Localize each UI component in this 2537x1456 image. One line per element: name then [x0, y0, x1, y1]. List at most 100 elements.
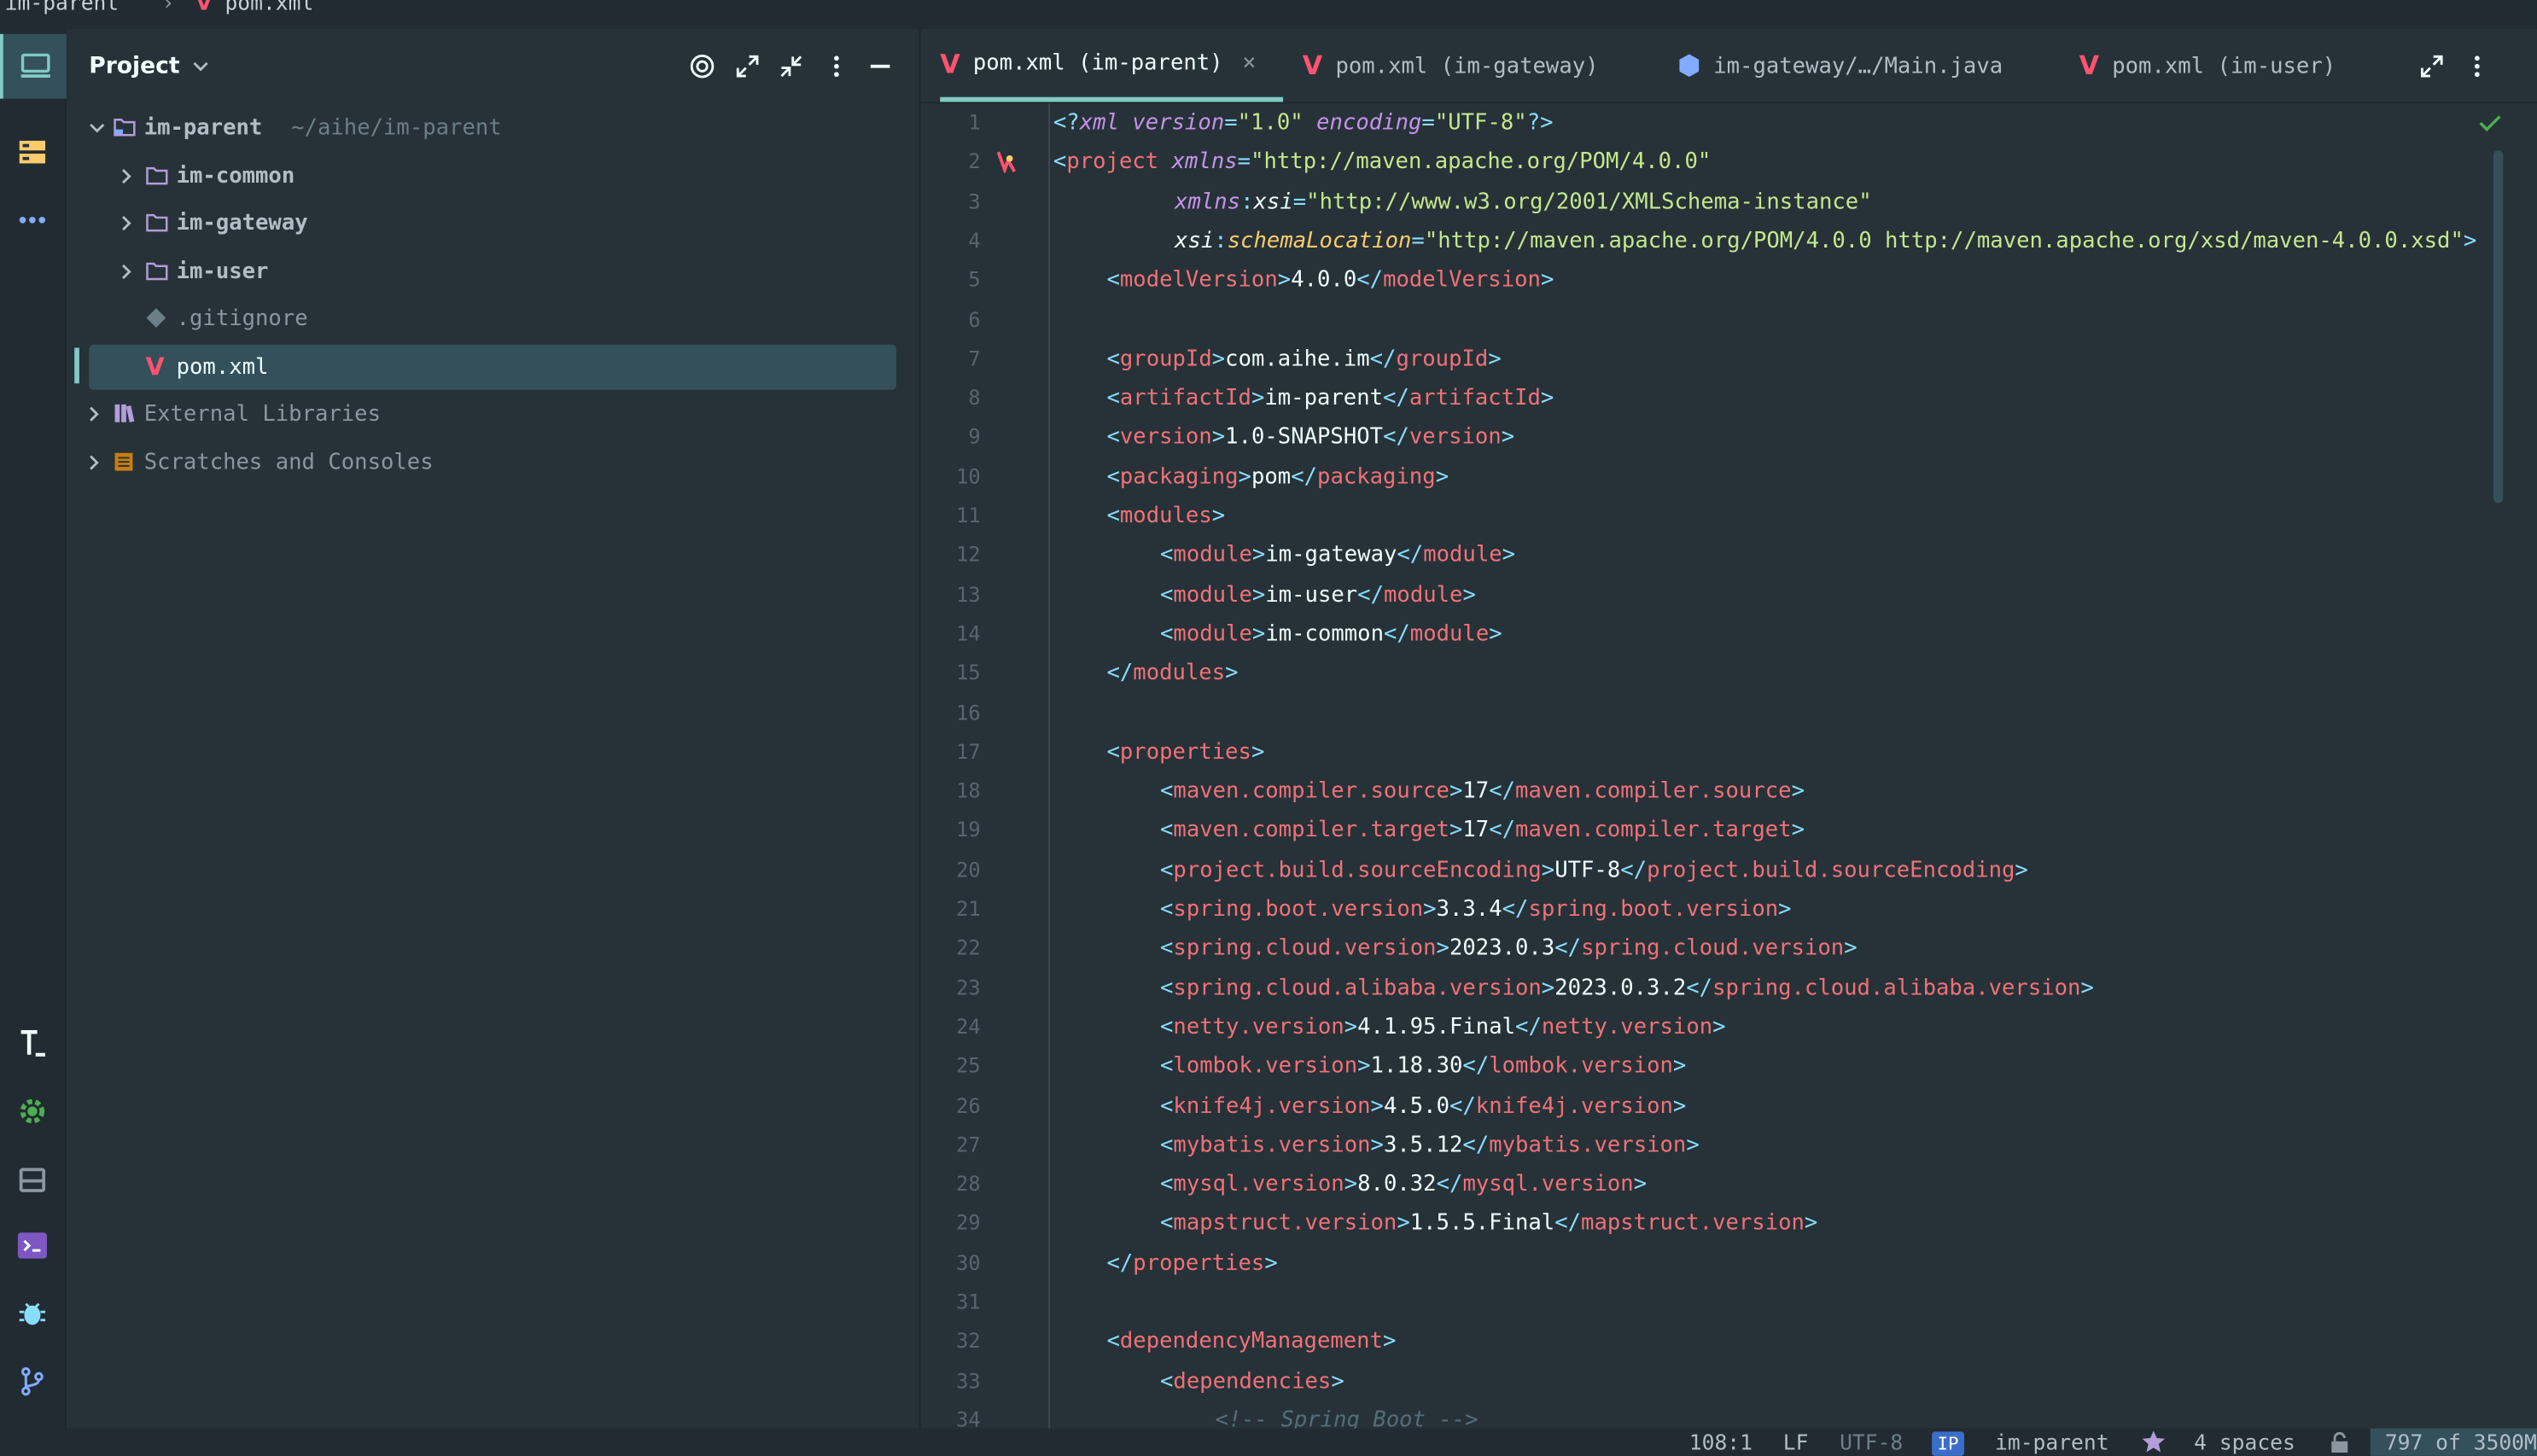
- line-separator[interactable]: LF: [1783, 1431, 1809, 1455]
- git-file-icon: [146, 308, 166, 328]
- chevron-down-icon[interactable]: [89, 119, 105, 136]
- terminal-tool-button[interactable]: [0, 1214, 65, 1278]
- code-line: <version>1.0-SNAPSHOT</version>: [1106, 424, 1515, 451]
- library-icon: [114, 404, 135, 422]
- tree-item-im-common[interactable]: im-common: [89, 154, 896, 199]
- structure-icon: [19, 140, 46, 164]
- chevron-right-icon[interactable]: [118, 168, 134, 184]
- line-number: 9: [968, 424, 981, 449]
- tree-item-im-parent[interactable]: im-parent ~/aihe/im-parent: [89, 105, 896, 150]
- code-line: <maven.compiler.source>17</maven.compile…: [1160, 778, 1805, 805]
- code-line: <netty.version>4.1.95.Final</netty.versi…: [1160, 1014, 1726, 1040]
- line-number: 15: [956, 660, 981, 685]
- code-line: <maven.compiler.target>17</maven.compile…: [1160, 817, 1805, 844]
- expand-icon: [736, 55, 759, 78]
- chevron-right-icon[interactable]: [118, 264, 134, 280]
- code-line: </properties>: [1106, 1249, 1278, 1276]
- project-tool-button[interactable]: [0, 33, 68, 99]
- code-line: <module>im-gateway</module>: [1160, 542, 1516, 568]
- code-line: <artifactId>im-parent</artifactId>: [1106, 385, 1554, 411]
- plugin-icon[interactable]: [2141, 1430, 2167, 1454]
- breadcrumb-file[interactable]: pom.xml: [225, 0, 313, 16]
- selection-marker: [74, 347, 79, 384]
- unlock-icon[interactable]: [2330, 1431, 2349, 1453]
- locate-file-button[interactable]: [688, 52, 717, 81]
- tree-item-label: .gitignore: [176, 306, 308, 332]
- code-line: <modules>: [1106, 503, 1226, 529]
- file-encoding[interactable]: UTF-8: [1840, 1431, 1903, 1455]
- tree-item-external-libraries[interactable]: External Libraries: [89, 392, 896, 437]
- text-tool-button[interactable]: [0, 1011, 65, 1076]
- tree-item-gitignore[interactable]: .gitignore: [89, 296, 896, 341]
- expand-all-button[interactable]: [733, 52, 762, 81]
- more-horizontal-icon: [19, 216, 46, 224]
- line-number: 23: [956, 975, 981, 999]
- build-tool-button[interactable]: [0, 1147, 65, 1212]
- line-number: 24: [956, 1014, 981, 1039]
- git-branch-icon: [21, 1366, 44, 1396]
- editor-tabs: V pom.xml (im-parent) × V pom.xml (im-ga…: [920, 29, 2537, 104]
- tree-item-pom-xml[interactable]: V pom.xml: [89, 344, 897, 390]
- options-button[interactable]: [822, 52, 851, 81]
- tree-item-scratches[interactable]: Scratches and Consoles: [89, 440, 896, 486]
- code-line: <!-- Spring Boot -->: [1215, 1406, 1478, 1429]
- code-line: xsi:schemaLocation="http://maven.apache.…: [1175, 228, 2477, 254]
- memory-usage[interactable]: 797 of 3500M: [2385, 1431, 2537, 1455]
- code-area[interactable]: <?xml version="1.0" encoding="UTF-8"?> <…: [920, 103, 2537, 1429]
- project-name[interactable]: im-parent: [1995, 1431, 2109, 1455]
- folder-icon: [146, 166, 168, 185]
- tree-item-im-user[interactable]: im-user: [89, 249, 896, 294]
- target-icon: [690, 54, 714, 79]
- code-line: <knife4j.version>4.5.0</knife4j.version>: [1160, 1092, 1687, 1119]
- caret-position[interactable]: 108:1: [1689, 1431, 1753, 1455]
- status-bar: 108:1 LF UTF-8 IP im-parent 4 spaces 797…: [0, 1428, 2537, 1456]
- close-icon[interactable]: ×: [1242, 50, 1256, 76]
- tab-label: pom.xml (im-parent): [972, 50, 1223, 77]
- collapse-icon: [780, 55, 802, 78]
- line-number: 11: [956, 503, 981, 527]
- maven-icon: V: [195, 0, 213, 16]
- code-line: <mapstruct.version>1.5.5.Final</mapstruc…: [1160, 1210, 1818, 1237]
- breadcrumb: im-parent › V pom.xml: [0, 0, 2537, 30]
- chevron-right-icon[interactable]: [85, 406, 102, 422]
- git-tool-button[interactable]: [0, 1349, 65, 1414]
- maven-icon: V: [145, 352, 165, 382]
- line-number: 21: [956, 896, 981, 921]
- text-format-icon: [20, 1029, 46, 1057]
- line-number: 1: [968, 109, 981, 135]
- chevron-right-icon[interactable]: [118, 215, 134, 231]
- code-line: <spring.cloud.version>2023.0.3</spring.c…: [1160, 935, 1858, 962]
- line-number: 17: [956, 738, 981, 764]
- more-tools-button[interactable]: [0, 188, 65, 253]
- tree-item-im-gateway[interactable]: im-gateway: [89, 201, 896, 246]
- breadcrumb-project[interactable]: im-parent: [5, 0, 120, 16]
- line-number: 30: [956, 1249, 981, 1274]
- line-number: 18: [956, 778, 981, 803]
- tab-label: im-gateway/…/Main.java: [1713, 52, 2003, 79]
- debug-tool-button[interactable]: [0, 1281, 65, 1346]
- tab-pom-im-user[interactable]: V pom.xml (im-user): [2079, 29, 2336, 102]
- tab-options-button[interactable]: [2463, 52, 2492, 81]
- maximize-editor-button[interactable]: [2417, 52, 2447, 81]
- tree-item-label: Scratches and Consoles: [143, 449, 434, 476]
- indent-setting[interactable]: 4 spaces: [2194, 1431, 2295, 1455]
- line-number: 8: [968, 385, 981, 410]
- tab-main-java[interactable]: im-gateway/…/Main.java: [1678, 29, 2003, 102]
- maven-icon: V: [940, 47, 960, 79]
- chevron-right-icon[interactable]: [85, 455, 102, 471]
- terminal-icon: [17, 1232, 47, 1259]
- tab-pom-im-parent[interactable]: V pom.xml (im-parent) ×: [940, 29, 1284, 102]
- tab-pom-im-gateway[interactable]: V pom.xml (im-gateway): [1303, 29, 1599, 102]
- hide-panel-button[interactable]: [866, 52, 895, 81]
- chevron-down-icon[interactable]: [193, 61, 209, 73]
- collapse-all-button[interactable]: [777, 52, 806, 81]
- line-number: 34: [956, 1406, 981, 1432]
- structure-tool-button[interactable]: [0, 119, 65, 184]
- project-panel-title[interactable]: Project: [89, 54, 179, 79]
- line-number: 16: [956, 699, 981, 725]
- maven-icon: V: [2079, 50, 2100, 81]
- code-line: <dependencyManagement>: [1106, 1328, 1397, 1355]
- code-line: <modelVersion>4.0.0</modelVersion>: [1106, 267, 1554, 294]
- services-tool-button[interactable]: [0, 1079, 65, 1144]
- project-panel-header: Project: [67, 29, 918, 103]
